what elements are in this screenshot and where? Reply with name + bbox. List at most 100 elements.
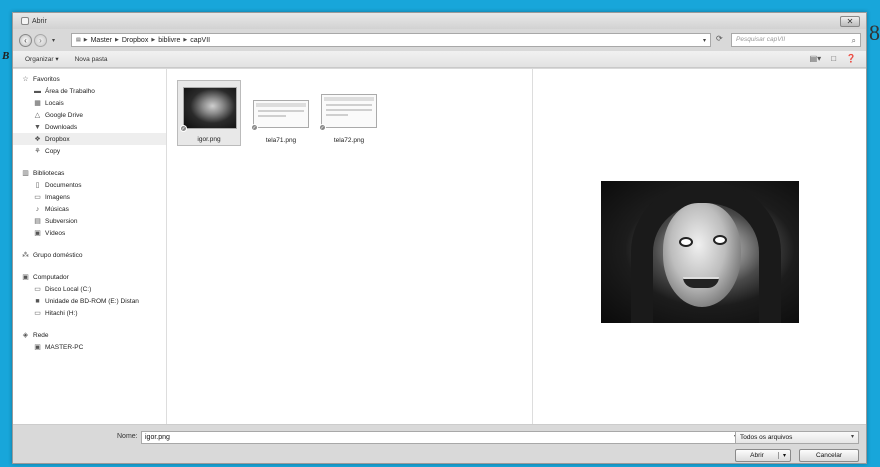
search-placeholder: Pesquisar capVII (736, 36, 786, 43)
open-file-dialog: Abrir ✕ ‹ › ▾ ▤ ▶ Master ▶ Dropbox ▶ bib… (12, 12, 867, 464)
window-icon (21, 17, 29, 25)
sidebar-item-label: Disco Local (C:) (45, 285, 92, 293)
desktop-icon: ▬ (34, 87, 41, 95)
title-bar: Abrir ✕ (13, 13, 866, 29)
homegroup-icon: ⁂ (22, 252, 29, 259)
sidebar-item-local-disk[interactable]: ▭ Disco Local (C:) (13, 283, 166, 295)
close-button[interactable]: ✕ (840, 16, 860, 27)
window-title: Abrir (32, 17, 47, 25)
sidebar-item-bd-rom[interactable]: ■ Unidade de BD-ROM (E:) Distan (13, 295, 166, 307)
star-icon: ☆ (22, 76, 29, 83)
browser-area: ☆ Favoritos ▬ Área de Trabalho ▦ Locais … (13, 69, 866, 425)
sidebar-item-hitachi[interactable]: ▭ Hitachi (H:) (13, 307, 166, 319)
file-item[interactable]: ✓ tela72.png (317, 80, 381, 146)
refresh-icon[interactable]: ⟳ (716, 34, 723, 43)
sidebar-item-subversion[interactable]: ▤ Subversion (13, 215, 166, 227)
sidebar-item-label: Google Drive (45, 111, 83, 119)
file-item[interactable]: ✓ tela71.png (249, 80, 313, 146)
google-drive-icon: △ (34, 112, 41, 119)
sidebar-group-computer[interactable]: ▣ Computador (13, 271, 166, 283)
file-name-label: Nome: (117, 433, 138, 440)
sidebar-item-label: Documentos (45, 181, 82, 189)
music-icon: ♪ (35, 205, 40, 213)
search-input[interactable]: Pesquisar capVII ⌕ (731, 33, 861, 47)
sidebar-item-label: Locais (45, 99, 64, 107)
help-icon[interactable]: ❓ (846, 54, 856, 63)
screenshot-thumbnail (321, 94, 377, 128)
chevron-down-icon: ▾ (850, 434, 854, 440)
sidebar-group-label: Computador (33, 273, 69, 281)
places-icon: ▦ (34, 100, 41, 107)
sidebar-item-label: Área de Trabalho (45, 87, 95, 95)
removable-drive-icon: ▭ (34, 310, 41, 317)
sidebar-group-libraries[interactable]: ▥ Bibliotecas (13, 167, 166, 179)
back-button[interactable]: ‹ (19, 33, 32, 47)
search-icon[interactable]: ⌕ (852, 36, 856, 46)
breadcrumb-item[interactable]: Dropbox (122, 37, 148, 44)
sidebar-item-downloads[interactable]: ▼ Downloads (13, 121, 166, 133)
sidebar-item-desktop[interactable]: ▬ Área de Trabalho (13, 85, 166, 97)
sidebar-item-google-drive[interactable]: △ Google Drive (13, 109, 166, 121)
open-options-dropdown[interactable]: ▾ (778, 452, 790, 459)
file-item[interactable]: ✓ igor.png (177, 80, 241, 146)
address-bar[interactable]: ▤ ▶ Master ▶ Dropbox ▶ biblivre ▶ capVII… (71, 33, 711, 47)
address-dropdown-icon[interactable]: ▾ (703, 37, 706, 44)
breadcrumb-separator-icon: ▶ (183, 37, 188, 43)
sidebar-item-label: Vídeos (45, 229, 66, 237)
sidebar-item-copy[interactable]: ⚘ Copy (13, 145, 166, 157)
file-list: ✓ igor.png ✓ tela71.png ✓ tela72.png (167, 69, 533, 424)
disc-drive-icon: ■ (35, 297, 40, 305)
sidebar-item-music[interactable]: ♪ Músicas (13, 203, 166, 215)
sidebar-item-homegroup[interactable]: ⁂ Grupo doméstico (13, 249, 166, 261)
sidebar-item-label: Músicas (45, 205, 69, 213)
image-thumbnail (183, 87, 237, 129)
view-options-icon[interactable]: ▤▾ (810, 54, 822, 63)
forward-button[interactable]: › (34, 33, 47, 47)
sync-badge-icon: ✓ (180, 125, 187, 132)
file-type-value: Todos os arquivos (740, 434, 793, 441)
cancel-button[interactable]: Cancelar (799, 449, 859, 462)
organize-button[interactable]: Organizar ▾ (25, 55, 59, 63)
breadcrumb-item[interactable]: biblivre (158, 37, 180, 44)
command-bar: Organizar ▾ Nova pasta ▤▾ □ ❓ (13, 51, 866, 68)
computer-icon: ▣ (22, 274, 29, 281)
sidebar-item-videos[interactable]: ▣ Vídeos (13, 227, 166, 239)
sidebar-group-network[interactable]: ◈ Rede (13, 329, 166, 341)
file-type-select[interactable]: Todos os arquivos ▾ (735, 431, 859, 444)
new-folder-button[interactable]: Nova pasta (75, 56, 108, 63)
file-name: tela72.png (333, 137, 365, 144)
documents-icon: ▯ (35, 182, 40, 189)
file-name: igor.png (197, 136, 221, 143)
file-name-input[interactable]: igor.png ▾ (141, 431, 741, 444)
libraries-icon: ▥ (22, 170, 29, 177)
breadcrumb-separator-icon: ▶ (115, 37, 119, 43)
navigation-pane: ☆ Favoritos ▬ Área de Trabalho ▦ Locais … (13, 69, 167, 424)
subversion-icon: ▤ (34, 218, 41, 225)
sync-badge-icon: ✓ (319, 124, 326, 131)
recent-locations-dropdown[interactable]: ▾ (52, 37, 55, 44)
folder-icon: ▤ (76, 37, 81, 43)
sidebar-item-master-pc[interactable]: ▣ MASTER-PC (13, 341, 166, 353)
sidebar-group-label: Grupo doméstico (33, 251, 83, 259)
copy-icon: ⚘ (34, 148, 41, 155)
sidebar-item-locais[interactable]: ▦ Locais (13, 97, 166, 109)
sidebar-item-label: Downloads (45, 123, 78, 131)
open-button[interactable]: Abrir ▾ (735, 449, 791, 462)
sidebar-item-label: Copy (45, 147, 61, 155)
breadcrumb-item[interactable]: capVII (190, 37, 210, 44)
dropbox-icon: ❖ (34, 136, 41, 143)
background-right-letter: 8 (869, 20, 880, 45)
sidebar-item-images[interactable]: ▭ Imagens (13, 191, 166, 203)
screenshot-thumbnail (253, 100, 309, 128)
sidebar-item-dropbox[interactable]: ❖ Dropbox (13, 133, 166, 145)
sidebar-group-favorites[interactable]: ☆ Favoritos (13, 73, 166, 85)
breadcrumb-item[interactable]: Master (91, 37, 112, 44)
preview-pane (533, 69, 866, 424)
sidebar-group-label: Rede (33, 331, 49, 339)
navigation-bar: ‹ › ▾ ▤ ▶ Master ▶ Dropbox ▶ biblivre ▶ … (13, 29, 866, 51)
sidebar-item-label: Hitachi (H:) (45, 309, 78, 317)
preview-pane-icon[interactable]: □ (831, 54, 836, 63)
network-icon: ◈ (22, 332, 29, 339)
sidebar-item-documents[interactable]: ▯ Documentos (13, 179, 166, 191)
background-left-letter: B (2, 50, 10, 62)
